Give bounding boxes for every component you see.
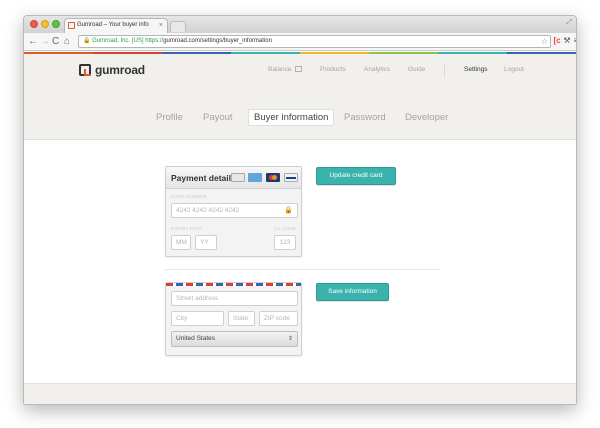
nav-balance-label: Balance <box>268 66 292 73</box>
tab-password[interactable]: Password <box>344 112 386 123</box>
country-value: United States <box>176 335 216 342</box>
expiry-year-input[interactable]: YY <box>195 235 217 250</box>
nav-products[interactable]: Products <box>320 66 346 73</box>
card-number-label: CARD NUMBER <box>171 194 207 199</box>
expiry-date-label: EXPIRY DATE <box>171 226 203 231</box>
wrench-icon[interactable]: ⚒ <box>563 36 571 46</box>
nav-divider <box>444 63 445 77</box>
bookmark-star-icon[interactable]: ☆ <box>541 36 548 47</box>
stripe-segment <box>507 52 576 54</box>
page-content: gumroad Balance Products Analytics Guide… <box>24 52 576 404</box>
save-information-button[interactable]: Save information <box>316 283 389 301</box>
address-card: Street address City State ZIP code Unite… <box>165 282 302 356</box>
lock-icon: 🔒 <box>83 38 91 44</box>
country-select[interactable]: United States ⇕ <box>171 331 298 347</box>
gumroad-extension-icon[interactable]: [c <box>553 36 561 46</box>
header-color-stripe <box>24 52 576 54</box>
tab-payout[interactable]: Payout <box>203 112 233 123</box>
fullscreen-icon[interactable]: ⤢ <box>566 19 572 27</box>
nav-analytics[interactable]: Analytics <box>364 66 390 73</box>
balance-icon <box>294 66 302 72</box>
reload-icon[interactable]: C <box>52 35 59 48</box>
nav-logout[interactable]: Logout <box>504 66 524 73</box>
secure-lock-icon: 🔒 <box>284 207 293 214</box>
state-input[interactable]: State <box>228 311 255 326</box>
menu-icon[interactable]: ≡ <box>572 36 576 46</box>
close-window-button[interactable] <box>30 20 38 28</box>
stripe-segment <box>438 52 507 54</box>
cvc-input[interactable]: 123 <box>274 235 296 250</box>
minimize-window-button[interactable] <box>41 20 49 28</box>
cvc-label: CV CODE <box>274 226 296 231</box>
nav-settings[interactable]: Settings <box>464 66 488 73</box>
visa-icon <box>284 173 298 182</box>
payment-card-header: Payment details <box>166 167 301 189</box>
stripe-segment <box>300 52 369 54</box>
zoom-window-button[interactable] <box>52 20 60 28</box>
card-number-input[interactable]: 4242 4242 4242 4242 🔒 <box>171 203 298 218</box>
site-header: gumroad Balance Products Analytics Guide… <box>24 52 576 140</box>
tab-developer[interactable]: Developer <box>405 112 448 123</box>
url-path: gumroad.com/settings/buyer_information <box>163 38 272 44</box>
ev-certificate-label: Gumroad, Inc. [US] <box>92 38 144 44</box>
amex-icon <box>248 173 262 182</box>
section-divider <box>165 269 440 270</box>
tab-close-icon[interactable]: × <box>159 19 163 32</box>
stripe-segment <box>231 52 300 54</box>
tab-strip: Gumroad – Your buyer info × ⤢ <box>24 16 576 33</box>
tab-buyer-information[interactable]: Buyer information <box>248 109 335 126</box>
city-input[interactable]: City <box>171 311 224 326</box>
gumroad-logo-icon <box>79 64 91 76</box>
home-icon[interactable]: ⌂ <box>64 35 70 48</box>
browser-tab[interactable]: Gumroad – Your buyer info × <box>64 18 168 33</box>
stripe-segment <box>93 52 162 54</box>
update-credit-card-button[interactable]: Update credit card <box>316 167 396 185</box>
card-number-placeholder: 4242 4242 4242 4242 <box>176 207 240 214</box>
mastercard-icon <box>266 173 280 182</box>
back-arrow-icon[interactable]: ← <box>28 35 38 48</box>
gumroad-favicon-icon <box>68 22 75 29</box>
new-tab-button[interactable] <box>170 21 186 32</box>
nav-guide[interactable]: Guide <box>408 66 425 73</box>
select-arrows-icon: ⇕ <box>287 336 293 342</box>
forward-arrow-icon[interactable]: → <box>40 35 50 48</box>
browser-window: Gumroad – Your buyer info × ⤢ ← → C ⌂ 🔒 … <box>23 15 577 405</box>
nav-balance[interactable]: Balance <box>268 66 302 73</box>
logo-text: gumroad <box>95 63 145 77</box>
tab-title: Gumroad – Your buyer info <box>77 22 149 28</box>
credit-card-icon <box>231 173 245 182</box>
airmail-border <box>166 283 301 286</box>
expiry-month-input[interactable]: MM <box>171 235 191 250</box>
stripe-segment <box>162 52 231 54</box>
site-footer <box>24 383 576 404</box>
stripe-segment <box>24 52 93 54</box>
gumroad-logo[interactable]: gumroad <box>79 62 145 78</box>
zip-code-input[interactable]: ZIP code <box>259 311 298 326</box>
url-scheme: https:// <box>145 38 164 44</box>
stripe-segment <box>369 52 438 54</box>
street-address-input[interactable]: Street address <box>171 291 298 306</box>
browser-toolbar: ← → C ⌂ 🔒 Gumroad, Inc. [US] https://gum… <box>24 33 576 51</box>
payment-details-card: Payment details CARD NUMBER 4242 4242 42… <box>165 166 302 257</box>
address-bar[interactable]: 🔒 Gumroad, Inc. [US] https://gumroad.com… <box>78 35 551 48</box>
payment-details-title: Payment details <box>171 173 233 183</box>
tab-profile[interactable]: Profile <box>156 112 183 123</box>
